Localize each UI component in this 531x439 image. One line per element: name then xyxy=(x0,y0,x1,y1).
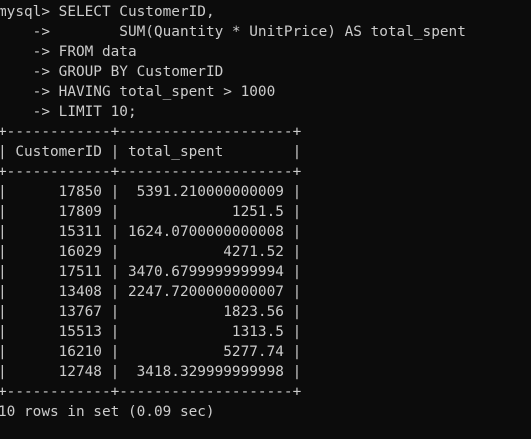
table-row: | 17809 | 1251.5 | xyxy=(0,204,302,220)
table-row: | 13408 | 2247.7200000000007 | xyxy=(0,284,302,300)
query-line-3: -> FROM data xyxy=(0,42,137,62)
query-line-4: -> GROUP BY CustomerID xyxy=(0,62,224,82)
query-line-6: -> LIMIT 10; xyxy=(0,102,137,122)
query-text-6: LIMIT 10; xyxy=(58,104,137,120)
continuation-prompt: -> xyxy=(0,64,50,80)
status-line: 10 rows in set (0.09 sec) xyxy=(0,404,215,420)
table-row: | 15311 | 1624.0700000000008 | xyxy=(0,224,302,240)
query-text-5: HAVING total_spent > 1000 xyxy=(58,84,276,100)
table-border-mid: +------------+--------------------+ xyxy=(0,164,302,180)
continuation-prompt: -> xyxy=(0,104,50,120)
query-text-4: GROUP BY CustomerID xyxy=(58,64,224,80)
table-border-top: +------------+--------------------+ xyxy=(0,124,302,140)
table-header-row: | CustomerID | total_spent | xyxy=(0,144,302,160)
query-line-5: -> HAVING total_spent > 1000 xyxy=(0,82,276,102)
table-row: | 15513 | 1313.5 | xyxy=(0,324,302,340)
query-text-3: FROM data xyxy=(58,44,137,60)
continuation-prompt: -> xyxy=(0,44,50,60)
table-row: | 16029 | 4271.52 | xyxy=(0,244,302,260)
table-row: | 12748 | 3418.329999999998 | xyxy=(0,364,302,380)
query-line-2: -> SUM(Quantity * UnitPrice) AS total_sp… xyxy=(0,22,466,42)
continuation-prompt: -> xyxy=(0,24,50,40)
table-border-bottom: +------------+--------------------+ xyxy=(0,384,302,400)
table-row: | 16210 | 5277.74 | xyxy=(0,344,302,360)
query-text-1: SELECT CustomerID, xyxy=(58,4,215,20)
query-text-2: SUM(Quantity * UnitPrice) AS total_spent xyxy=(58,24,466,40)
terminal-window[interactable]: mysql> SELECT CustomerID, -> SUM(Quantit… xyxy=(0,0,531,439)
table-row: | 17850 | 5391.210000000009 | xyxy=(0,184,302,200)
table-row: | 17511 | 3470.6799999999994 | xyxy=(0,264,302,280)
continuation-prompt: -> xyxy=(0,84,50,100)
table-row: | 13767 | 1823.56 | xyxy=(0,304,302,320)
mysql-prompt: mysql> xyxy=(0,4,50,20)
query-line-1: mysql> SELECT CustomerID, xyxy=(0,2,215,22)
